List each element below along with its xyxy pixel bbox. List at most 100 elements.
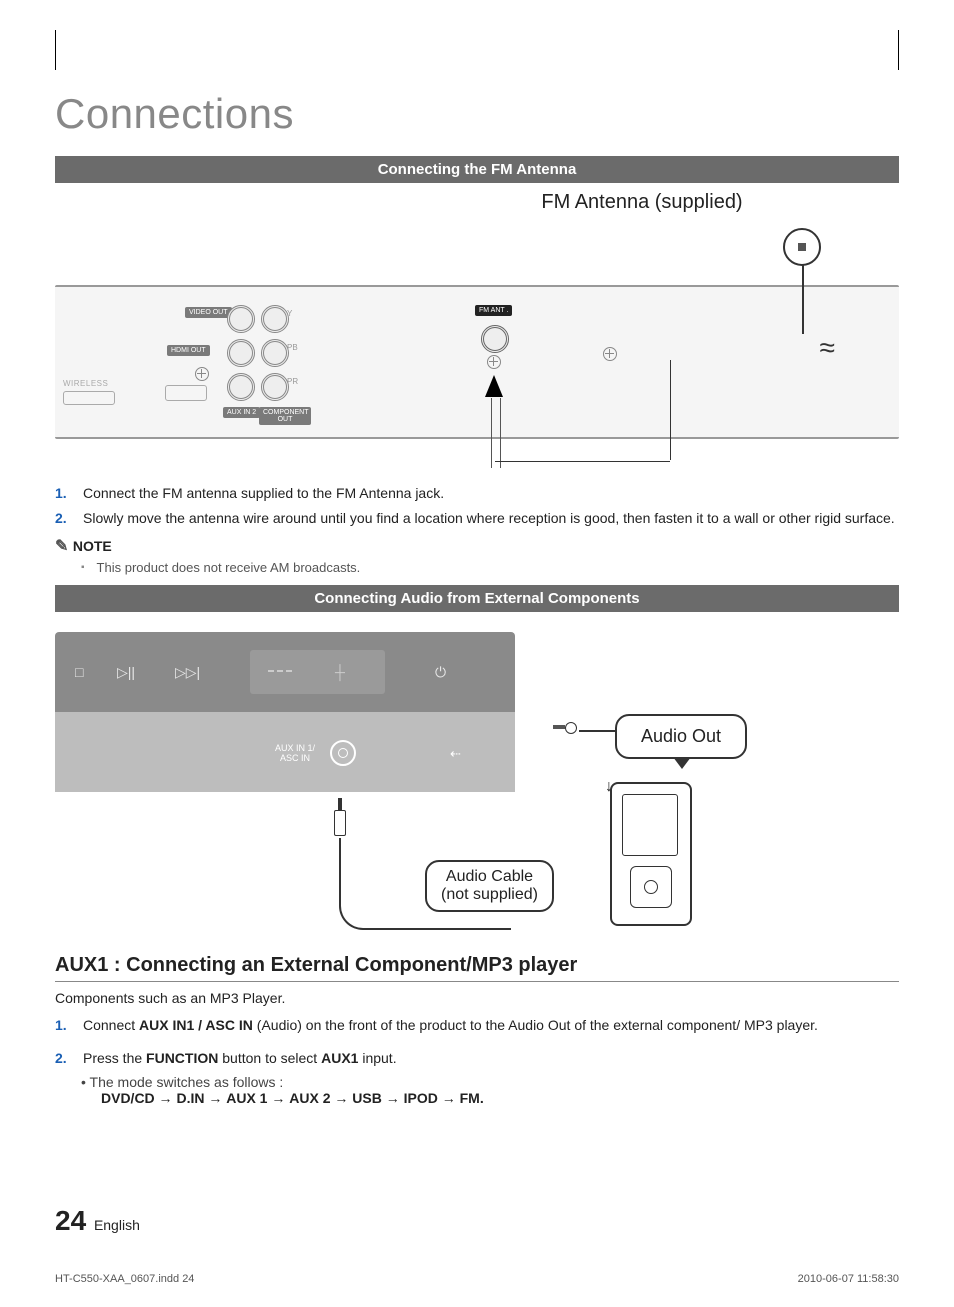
section-header-aux: Connecting Audio from External Component… <box>55 585 899 612</box>
label-pr: PR <box>287 377 298 386</box>
print-mark-right: 2010-06-07 11:58:30 <box>798 1273 899 1285</box>
fm-jack-icon <box>481 325 509 353</box>
step-text: Press the FUNCTION button to select AUX1… <box>83 1049 397 1068</box>
label-hdmi-out: HDMI OUT <box>167 345 210 356</box>
callout-audio-cable: Audio Cable (not supplied) <box>425 860 554 912</box>
callout-line1: Audio Cable <box>446 868 533 885</box>
list-item: 2. Press the FUNCTION button to select A… <box>55 1049 899 1068</box>
antenna-wire-icon <box>802 264 804 334</box>
arrow-up-icon <box>485 375 503 397</box>
step-text: Connect AUX IN1 / ASC IN (Audio) on the … <box>83 1016 818 1035</box>
jack-icon <box>261 305 289 333</box>
page-language: English <box>94 1217 140 1233</box>
stop-icon: □ <box>75 664 83 680</box>
step-number: 2. <box>55 509 73 528</box>
list-item: 2. Slowly move the antenna wire around u… <box>55 509 899 528</box>
mode: FM <box>460 1090 480 1106</box>
page-footer: 24 English <box>55 1205 140 1237</box>
t: Connect <box>83 1017 139 1033</box>
fm-antenna-diagram: VIDEO OUT Y HDMI OUT PB PR AUX IN 2 COMP… <box>55 220 899 470</box>
cable-icon <box>491 398 501 468</box>
callout-line2: (not supplied) <box>441 886 538 903</box>
plus-icon: ┼ <box>335 664 345 680</box>
note-text: This product does not receive AM broadca… <box>97 560 361 575</box>
jack-icon <box>261 373 289 401</box>
aux-diagram: □ ▷|| ▷▷| ┼ ⏻ AUX IN 1/ ASC IN ⇠ Audio C… <box>55 632 899 942</box>
label-video-out: VIDEO OUT <box>185 307 232 318</box>
label-fm-ant: FM ANT . <box>475 305 512 316</box>
mp3-player-icon <box>610 782 692 926</box>
jack-icon <box>227 373 255 401</box>
step-number: 2. <box>55 1049 73 1068</box>
jack-icon <box>227 305 255 333</box>
t: Press the <box>83 1050 146 1066</box>
rear-panel-illustration: VIDEO OUT Y HDMI OUT PB PR AUX IN 2 COMP… <box>55 285 899 439</box>
step-text: Slowly move the antenna wire around unti… <box>83 509 895 528</box>
fm-steps: 1. Connect the FM antenna supplied to th… <box>55 484 899 528</box>
skip-icon: ▷▷| <box>175 664 200 681</box>
mp3-pad-icon <box>630 866 672 908</box>
label-pb: PB <box>287 343 298 352</box>
step-number: 1. <box>55 1016 73 1035</box>
label-y: Y <box>287 309 292 318</box>
mode: AUX 2 <box>289 1090 330 1106</box>
mode: USB <box>352 1090 382 1106</box>
step-number: 1. <box>55 484 73 503</box>
screw-icon <box>195 367 209 381</box>
print-mark-left: HT-C550-XAA_0607.indd 24 <box>55 1273 194 1285</box>
wave-icon: ≈ <box>820 332 829 364</box>
asc-line2: ASC IN <box>280 753 310 763</box>
dash-icon <box>268 670 292 675</box>
aux1-heading: AUX1 : Connecting an External Component/… <box>55 954 899 982</box>
disc-tray-icon: ┼ <box>250 650 385 694</box>
crop-mark <box>898 30 899 70</box>
t-bold: AUX1 <box>321 1050 358 1066</box>
label-aux-in2: AUX IN 2 <box>223 407 260 418</box>
list-item: 1. Connect the FM antenna supplied to th… <box>55 484 899 503</box>
t: (Audio) on the front of the product to t… <box>253 1017 818 1033</box>
cable-icon <box>339 838 341 882</box>
power-icon: ⏻ <box>435 664 446 681</box>
jack-icon <box>261 339 289 367</box>
asc-jack-icon <box>330 740 356 766</box>
mode: AUX 1 <box>226 1090 267 1106</box>
mp3-screen-icon <box>622 794 678 856</box>
fm-antenna-label: FM Antenna (supplied) <box>385 191 899 214</box>
jack-icon <box>227 339 255 367</box>
callout-audio-out: Audio Out <box>615 714 747 759</box>
hdmi-port-icon <box>165 385 207 401</box>
t-bold: FUNCTION <box>146 1050 218 1066</box>
usb-icon: ⇠ <box>450 746 461 762</box>
asc-line1: AUX IN 1/ <box>275 743 315 753</box>
crop-mark <box>55 30 56 70</box>
label-asc-in: AUX IN 1/ ASC IN <box>275 744 315 764</box>
mode: IPOD <box>404 1090 438 1106</box>
wireless-slot-icon <box>63 391 115 405</box>
aux1-intro: Components such as an MP3 Player. <box>55 990 899 1006</box>
note-heading: NOTE <box>55 536 899 556</box>
mode: DVD/CD <box>101 1090 155 1106</box>
audio-plug-icon <box>334 798 346 838</box>
t: input. <box>358 1050 396 1066</box>
mode-bullet: The mode switches as follows : <box>81 1074 899 1090</box>
mode: D.IN <box>176 1090 204 1106</box>
cable-path-icon <box>670 360 672 460</box>
aux-steps: 1. Connect AUX IN1 / ASC IN (Audio) on t… <box>55 1016 899 1068</box>
step-text: Connect the FM antenna supplied to the F… <box>83 484 444 503</box>
antenna-base-icon <box>783 228 821 266</box>
label-component-out: COMPONENT OUT <box>259 407 311 425</box>
cable-path-icon <box>495 460 670 462</box>
mini-plug-icon <box>553 722 577 732</box>
t-bold: AUX IN1 / ASC IN <box>139 1017 253 1033</box>
play-pause-icon: ▷|| <box>117 664 135 681</box>
label-wireless: WIRELESS <box>63 379 108 388</box>
screw-icon <box>603 347 617 361</box>
screw-icon <box>487 355 501 369</box>
manual-page: Connections Connecting the FM Antenna FM… <box>0 0 954 1307</box>
page-number: 24 <box>55 1205 86 1236</box>
player-top-panel: □ ▷|| ▷▷| ┼ ⏻ <box>55 632 515 712</box>
mode-sequence: DVD/CD → D.IN → AUX 1 → AUX 2 → USB → IP… <box>101 1090 899 1106</box>
page-title: Connections <box>55 90 899 138</box>
section-header-fm: Connecting the FM Antenna <box>55 156 899 183</box>
t: button to select <box>218 1050 321 1066</box>
